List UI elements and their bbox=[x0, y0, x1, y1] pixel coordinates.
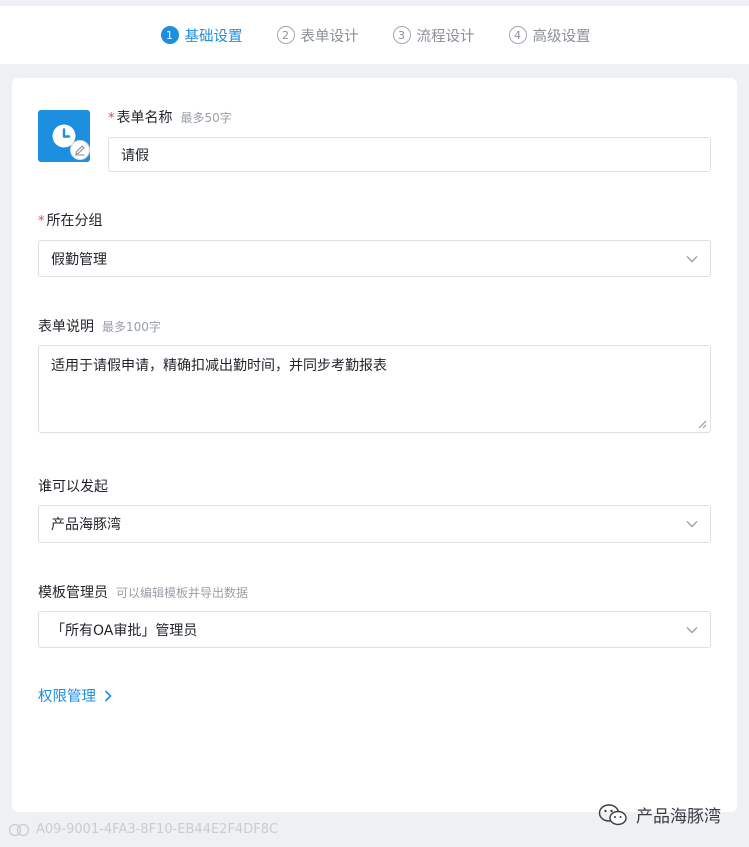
group-label: 所在分组 bbox=[46, 213, 103, 229]
basic-settings-card: * 表单名称 最多50字 请假 * 所在分组 假勤管理 表单说明 最多100字 适用… bbox=[12, 78, 737, 812]
description-label: 表单说明 bbox=[38, 319, 94, 335]
chevron-right-icon bbox=[104, 689, 112, 702]
description-value: 适用于请假申请，精确扣减出勤时间，并同步考勤报表 bbox=[51, 358, 387, 374]
form-name-value: 请假 bbox=[121, 147, 149, 164]
step-label: 基础设置 bbox=[184, 28, 243, 45]
description-hint: 最多100字 bbox=[102, 320, 161, 334]
form-name-label-row: * 表单名称 最多50字 bbox=[108, 107, 232, 127]
initiator-value: 产品海豚湾 bbox=[51, 517, 121, 533]
step-basic-settings[interactable]: 1 基础设置 bbox=[160, 25, 243, 46]
watermark-logo-icon bbox=[8, 823, 30, 836]
form-name-input[interactable]: 请假 bbox=[108, 137, 711, 172]
permission-management-link[interactable]: 权限管理 bbox=[38, 685, 112, 706]
step-number: 3 bbox=[392, 26, 411, 44]
required-mark: * bbox=[38, 214, 45, 229]
permission-link-label: 权限管理 bbox=[38, 689, 96, 705]
step-flow-design[interactable]: 3 流程设计 bbox=[392, 25, 475, 46]
required-mark: * bbox=[108, 111, 115, 126]
initiator-label: 谁可以发起 bbox=[38, 479, 108, 495]
watermark-left: A09-9001-4FA3-8F10-EB44E2F4DF8C bbox=[8, 822, 278, 837]
step-number: 1 bbox=[160, 26, 179, 44]
template-admin-label-row: 模板管理员 可以编辑模板并导出数据 bbox=[38, 582, 248, 602]
edit-icon-button[interactable] bbox=[70, 140, 90, 160]
chevron-down-icon bbox=[686, 521, 698, 528]
step-number: 2 bbox=[276, 26, 295, 44]
description-label-row: 表单说明 最多100字 bbox=[38, 316, 161, 336]
template-admin-hint: 可以编辑模板并导出数据 bbox=[116, 586, 249, 600]
group-label-row: * 所在分组 bbox=[38, 210, 103, 230]
step-nav: 1 基础设置 2 表单设计 3 流程设计 4 高级设置 bbox=[0, 6, 749, 64]
group-value: 假勤管理 bbox=[51, 251, 107, 268]
description-textarea[interactable]: 适用于请假申请，精确扣减出勤时间，并同步考勤报表 bbox=[38, 345, 711, 433]
wechat-icon bbox=[598, 803, 627, 825]
template-admin-label: 模板管理员 bbox=[38, 585, 108, 601]
template-admin-value: 「所有OA审批」管理员 bbox=[51, 622, 198, 639]
step-label: 高级设置 bbox=[532, 28, 591, 45]
resize-handle-icon[interactable] bbox=[698, 420, 707, 429]
watermark-right: 产品海豚湾 bbox=[598, 802, 721, 827]
initiator-select[interactable]: 产品海豚湾 bbox=[38, 505, 711, 543]
pencil-icon bbox=[75, 145, 85, 156]
step-form-design[interactable]: 2 表单设计 bbox=[276, 25, 359, 46]
step-advanced-settings[interactable]: 4 高级设置 bbox=[508, 25, 591, 46]
step-number: 4 bbox=[508, 26, 527, 44]
initiator-label-row: 谁可以发起 bbox=[38, 476, 108, 496]
chevron-down-icon bbox=[686, 626, 698, 633]
watermark-brand-text: 产品海豚湾 bbox=[636, 807, 721, 827]
form-name-label: 表单名称 bbox=[116, 110, 173, 126]
template-admin-select[interactable]: 「所有OA审批」管理员 bbox=[38, 611, 711, 648]
group-select[interactable]: 假勤管理 bbox=[38, 240, 711, 277]
chevron-down-icon bbox=[686, 255, 698, 262]
watermark-id-text: A09-9001-4FA3-8F10-EB44E2F4DF8C bbox=[36, 822, 279, 837]
step-label: 流程设计 bbox=[416, 28, 475, 45]
step-label: 表单设计 bbox=[300, 28, 359, 45]
form-name-hint: 最多50字 bbox=[180, 111, 232, 125]
